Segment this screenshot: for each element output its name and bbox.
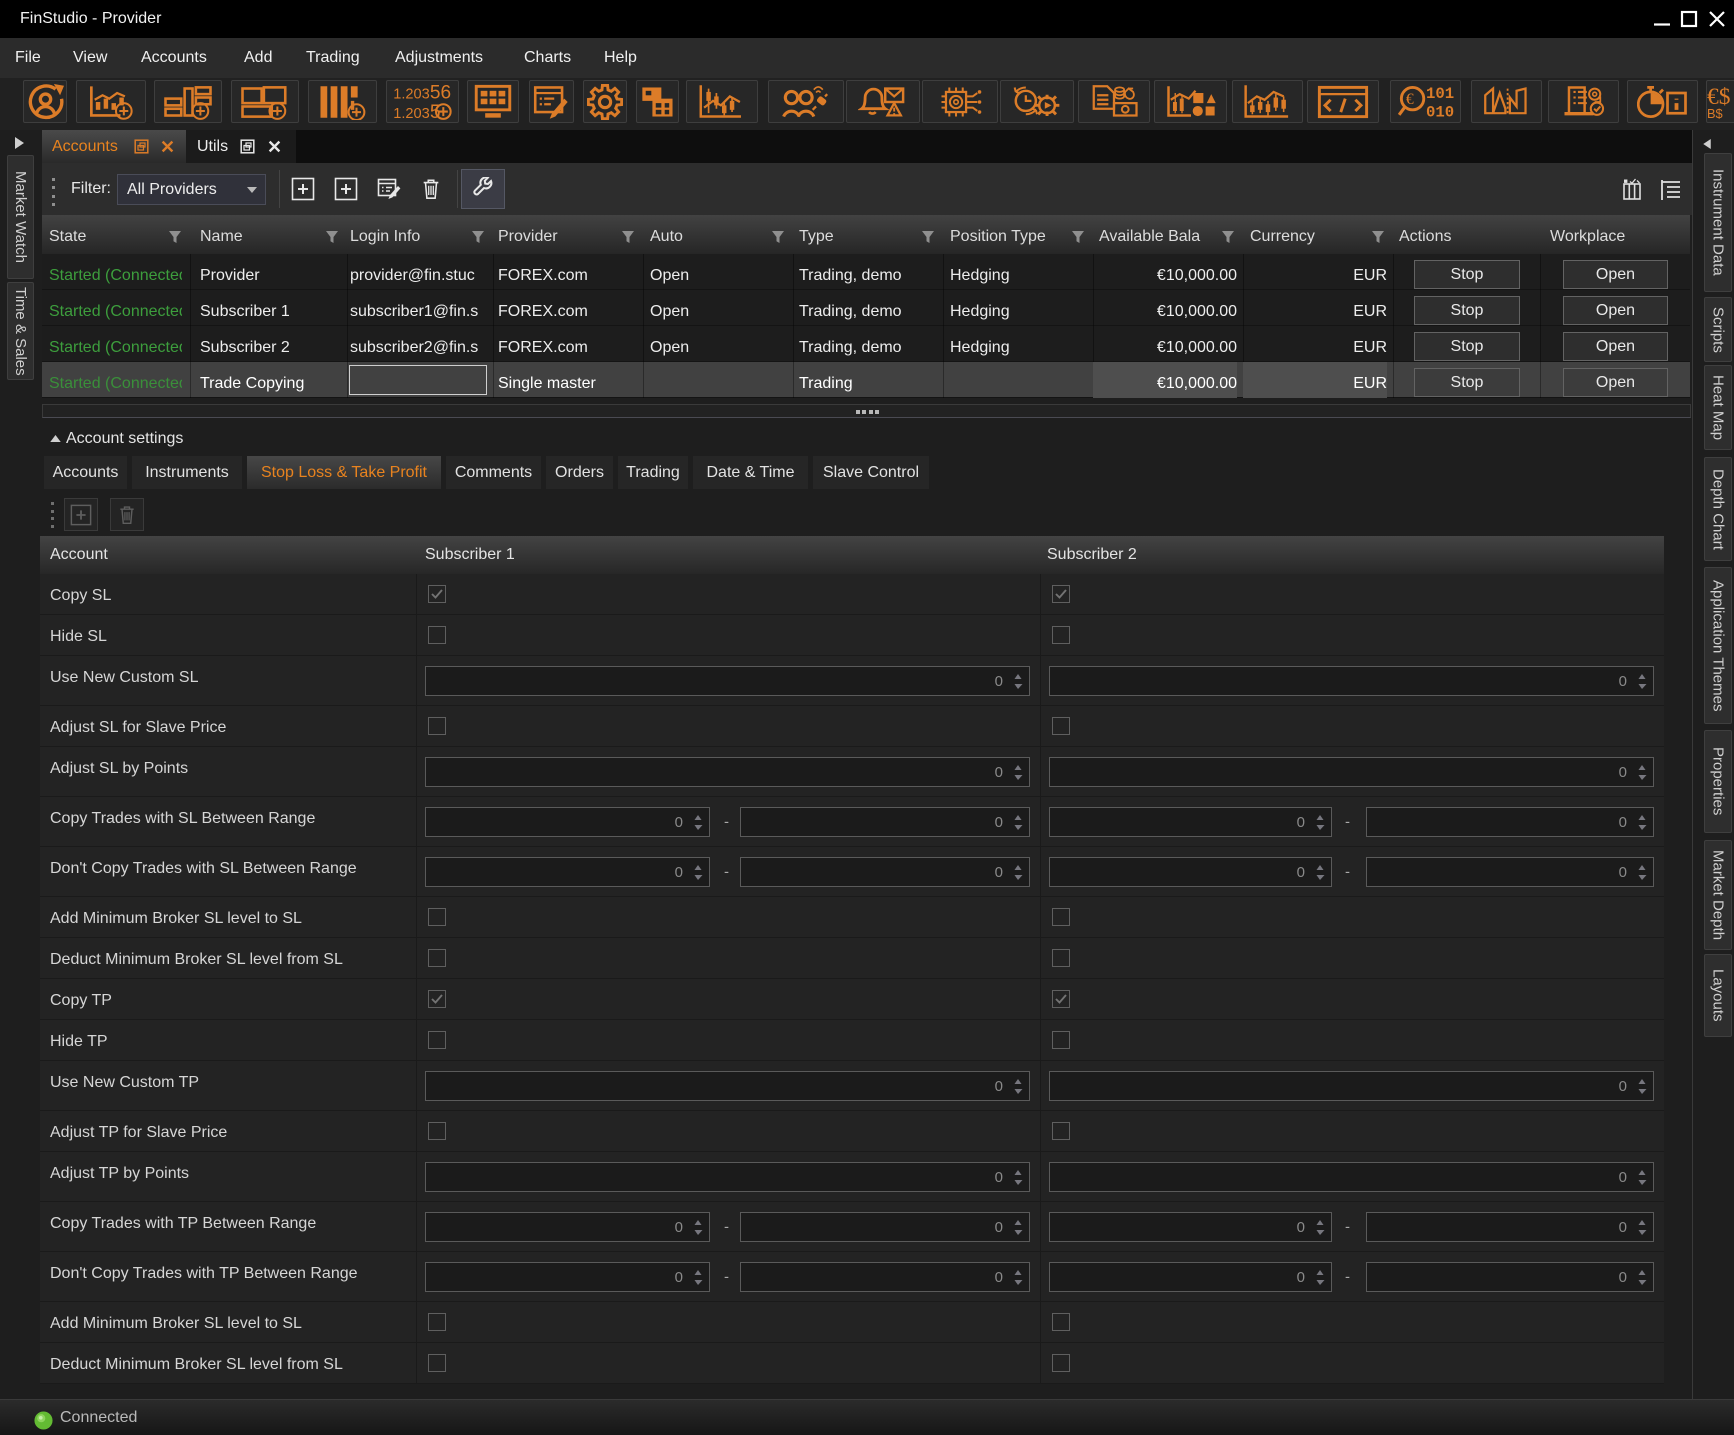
- svg-text:€: €: [1405, 91, 1413, 108]
- svg-text:010: 010: [1426, 103, 1454, 119]
- svg-text:1.2035: 1.2035: [393, 101, 440, 119]
- svg-text:101: 101: [1426, 85, 1454, 103]
- svg-text:B$: B$: [1707, 106, 1723, 120]
- svg-text:1.20356: 1.20356: [393, 84, 451, 104]
